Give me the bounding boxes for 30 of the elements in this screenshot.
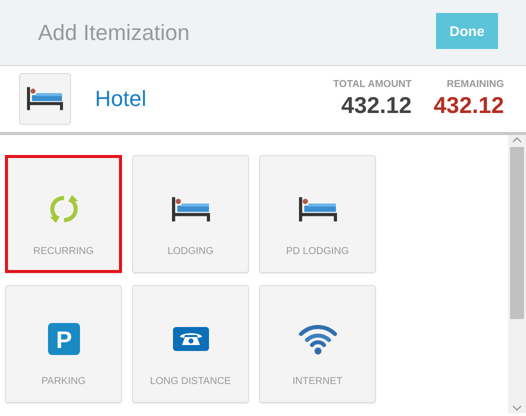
- category-tile[interactable]: P PARKING: [5, 285, 122, 403]
- expense-type: Hotel: [95, 86, 148, 112]
- scroll-down-icon[interactable]: [512, 403, 522, 413]
- category-label: PARKING: [41, 376, 86, 387]
- category-label: RECURRING: [33, 246, 94, 257]
- category-tile[interactable]: LONG DISTANCE: [132, 285, 249, 403]
- total-amount: 432.12: [340, 92, 412, 119]
- done-button[interactable]: Done: [436, 12, 498, 48]
- total-amount-label: TOTAL AMOUNT: [333, 79, 412, 90]
- refresh-icon: [48, 194, 78, 224]
- bed-icon: [298, 196, 336, 222]
- category-label: LODGING: [167, 246, 214, 257]
- bed-icon: [27, 86, 63, 112]
- telephone-icon: [172, 327, 208, 351]
- bed-icon: [172, 196, 210, 222]
- scroll-thumb[interactable]: [510, 147, 524, 319]
- scroll-up-icon[interactable]: [512, 135, 522, 145]
- category-tile[interactable]: RECURRING: [5, 155, 122, 273]
- wifi-icon: [298, 323, 338, 355]
- category-label: PD LODGING: [286, 246, 349, 257]
- parking-letter: P: [56, 327, 72, 354]
- remaining-label: REMAINING: [446, 79, 504, 90]
- category-tile[interactable]: LODGING: [132, 155, 249, 273]
- remaining-amount: 432.12: [434, 92, 504, 119]
- category-label: INTERNET: [292, 376, 342, 387]
- category-label: LONG DISTANCE: [150, 376, 231, 387]
- page-title: Add Itemization: [38, 20, 190, 46]
- category-tile[interactable]: INTERNET: [259, 285, 376, 403]
- category-tile[interactable]: PD LODGING: [259, 155, 376, 273]
- scrollbar[interactable]: [508, 135, 526, 413]
